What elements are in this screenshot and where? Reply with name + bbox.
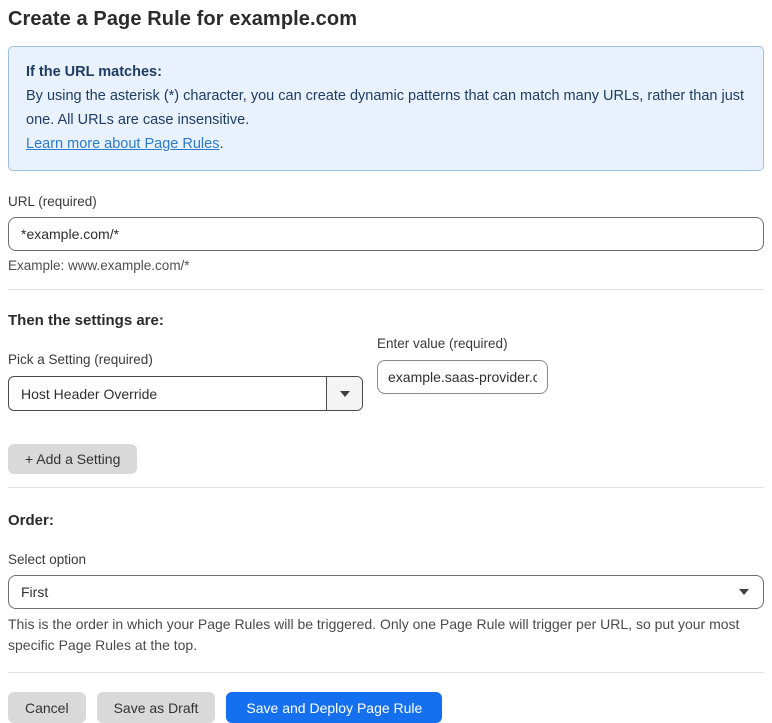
pick-setting-label: Pick a Setting (required) bbox=[8, 352, 153, 367]
url-field-label: URL (required) bbox=[8, 194, 97, 209]
url-example-helper: Example: www.example.com/* bbox=[8, 258, 190, 273]
order-section-heading: Order: bbox=[8, 512, 54, 529]
url-matches-info-box: If the URL matches: By using the asteris… bbox=[8, 46, 764, 171]
order-help-text: This is the order in which your Page Rul… bbox=[8, 616, 740, 653]
info-box-heading: If the URL matches: bbox=[26, 64, 162, 80]
pick-setting-selected-value: Host Header Override bbox=[21, 385, 158, 402]
create-page-rule-form: Create a Page Rule for example.com If th… bbox=[0, 0, 772, 723]
setting-value-input[interactable] bbox=[377, 360, 548, 394]
form-actions: Cancel Save as Draft Save and Deploy Pag… bbox=[8, 692, 764, 723]
info-box-body: By using the asterisk (*) character, you… bbox=[26, 88, 745, 128]
settings-row: Pick a Setting (required) Host Header Ov… bbox=[8, 329, 764, 411]
link-suffix: . bbox=[219, 136, 224, 152]
order-selected-value: First bbox=[21, 584, 49, 600]
save-and-deploy-button[interactable]: Save and Deploy Page Rule bbox=[226, 692, 443, 723]
page-title: Create a Page Rule for example.com bbox=[8, 8, 358, 30]
url-input[interactable] bbox=[8, 217, 764, 251]
divider bbox=[8, 289, 764, 290]
save-as-draft-button[interactable]: Save as Draft bbox=[96, 692, 216, 723]
learn-more-link[interactable]: Learn more about Page Rules bbox=[26, 136, 219, 152]
info-box-link-line: Learn more about Page Rules. bbox=[26, 132, 746, 156]
divider bbox=[8, 487, 764, 488]
pick-setting-column: Pick a Setting (required) Host Header Ov… bbox=[8, 329, 363, 411]
pick-setting-dropdown[interactable]: Host Header Override bbox=[8, 376, 363, 411]
enter-value-column: Enter value (required) bbox=[377, 329, 548, 394]
enter-value-label: Enter value (required) bbox=[377, 336, 508, 351]
chevron-down-icon bbox=[339, 390, 350, 397]
settings-section-heading: Then the settings are: bbox=[8, 312, 164, 329]
divider bbox=[8, 672, 764, 673]
order-select-label: Select option bbox=[8, 552, 87, 567]
pick-setting-dropdown-button[interactable] bbox=[326, 377, 362, 410]
chevron-down-icon bbox=[739, 589, 749, 595]
cancel-button[interactable]: Cancel bbox=[8, 692, 86, 723]
order-select-dropdown[interactable]: First bbox=[8, 575, 764, 609]
add-setting-button[interactable]: + Add a Setting bbox=[8, 444, 138, 474]
